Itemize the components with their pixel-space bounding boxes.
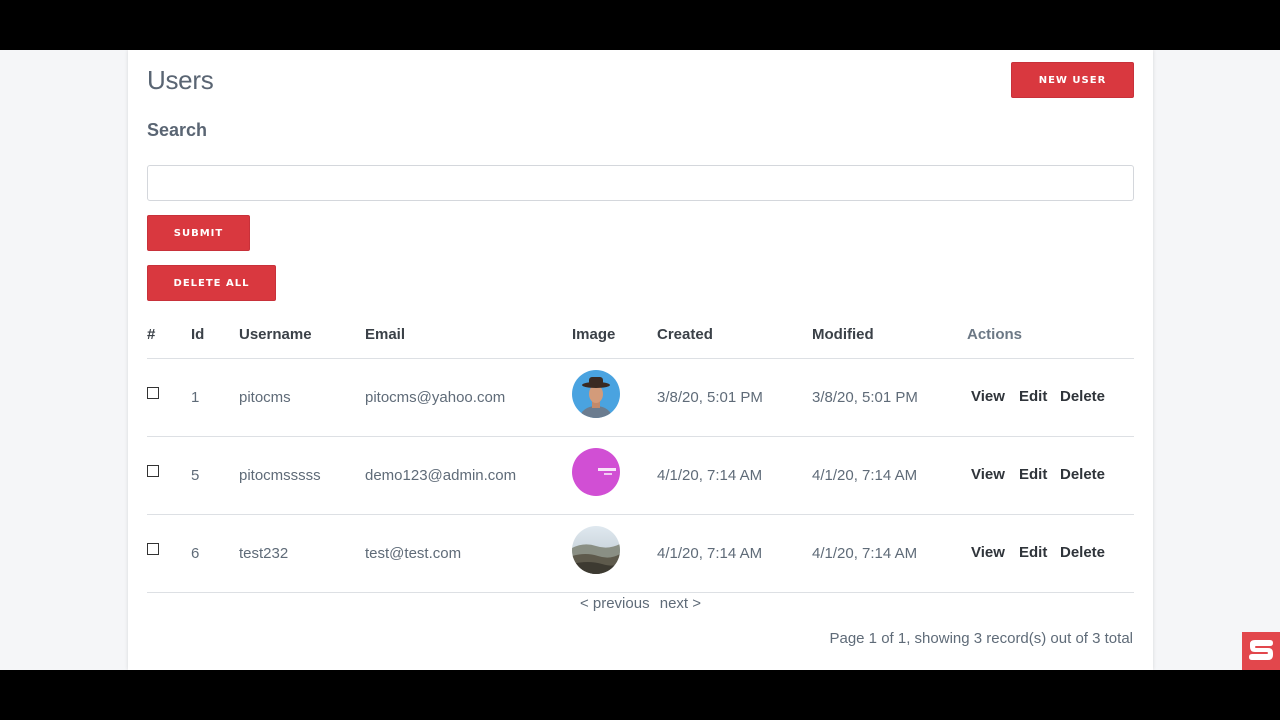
created-date: 4/1/20, 7:14 AM (657, 467, 763, 484)
header-modified: Modified (812, 326, 874, 343)
person-hat-avatar (572, 370, 620, 418)
table-header: # Id Username Email Image Created Modifi… (147, 320, 1134, 359)
header-select: # (147, 326, 156, 343)
table-row: 6 test232 test@test.com 4/1/20, 7:14 AM … (147, 515, 1134, 593)
magenta-logo-avatar (572, 448, 620, 496)
row-checkbox[interactable] (147, 465, 159, 477)
created-date: 4/1/20, 7:14 AM (657, 545, 763, 562)
header-created: Created (657, 326, 713, 343)
row-checkbox[interactable] (147, 387, 159, 399)
previous-page-link[interactable]: < previous (580, 595, 650, 612)
row-checkbox[interactable] (147, 543, 159, 555)
table-row: 1 pitocms pitocms@yahoo.com 3/8/20, 5:01… (147, 359, 1134, 437)
user-id: 6 (191, 545, 200, 562)
search-input[interactable] (147, 165, 1134, 201)
header-email: Email (365, 326, 406, 343)
username: test232 (239, 545, 289, 562)
view-link[interactable]: View (971, 544, 1005, 561)
page-background: Users NEW USER Search SUBMIT DELETE ALL … (0, 50, 1280, 670)
delete-link[interactable]: Delete (1060, 466, 1105, 483)
submit-button[interactable]: SUBMIT (147, 215, 250, 251)
next-page-link[interactable]: next > (660, 595, 701, 612)
header-username: Username (239, 326, 312, 343)
header-image: Image (572, 326, 616, 343)
delete-link[interactable]: Delete (1060, 544, 1105, 561)
edit-link[interactable]: Edit (1019, 544, 1047, 561)
view-link[interactable]: View (971, 466, 1005, 483)
pagination-summary: Page 1 of 1, showing 3 record(s) out of … (829, 630, 1133, 647)
username: pitocmsssss (239, 467, 321, 484)
delete-all-button[interactable]: DELETE ALL (147, 265, 276, 301)
created-date: 3/8/20, 5:01 PM (657, 389, 763, 406)
users-panel: Users NEW USER Search SUBMIT DELETE ALL … (128, 50, 1153, 670)
username: pitocms (239, 389, 291, 406)
channel-logo-icon (1242, 632, 1280, 670)
view-link[interactable]: View (971, 388, 1005, 405)
new-user-button[interactable]: NEW USER (1011, 62, 1134, 98)
page-title: Users (147, 65, 214, 95)
user-id: 5 (191, 467, 200, 484)
pagination: < previous next > (128, 595, 1153, 612)
email: demo123@admin.com (365, 467, 517, 484)
users-table: # Id Username Email Image Created Modifi… (147, 320, 1134, 593)
user-id: 1 (191, 389, 200, 406)
email: pitocms@yahoo.com (365, 389, 506, 406)
table-row: 5 pitocmsssss demo123@admin.com 4/1/20, … (147, 437, 1134, 515)
modified-date: 4/1/20, 7:14 AM (812, 545, 918, 562)
edit-link[interactable]: Edit (1019, 466, 1047, 483)
header-id: Id (191, 326, 205, 343)
delete-link[interactable]: Delete (1060, 388, 1105, 405)
edit-link[interactable]: Edit (1019, 388, 1047, 405)
email: test@test.com (365, 545, 462, 562)
header-actions: Actions (967, 326, 1023, 343)
landscape-avatar (572, 526, 620, 574)
modified-date: 4/1/20, 7:14 AM (812, 467, 918, 484)
modified-date: 3/8/20, 5:01 PM (812, 389, 918, 406)
search-label: Search (147, 120, 208, 140)
